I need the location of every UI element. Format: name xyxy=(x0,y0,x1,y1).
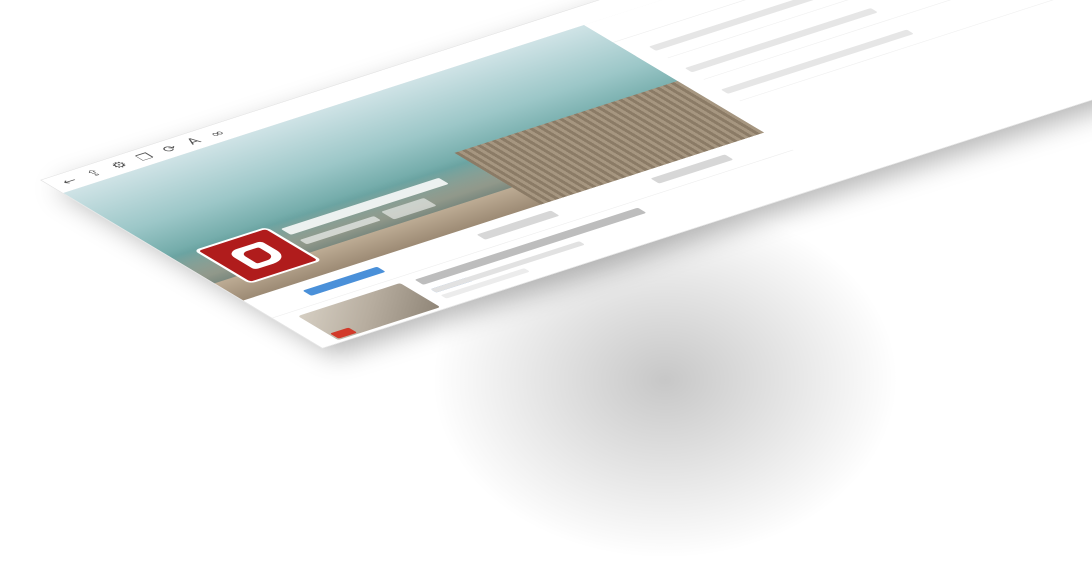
back-icon[interactable]: ← xyxy=(57,175,82,187)
badge-icon xyxy=(329,327,358,339)
chart-candle xyxy=(403,335,431,349)
chart-candle xyxy=(406,343,424,349)
scene: ← ⇪ ⚙ ❐ ⟳ A ∞ – □ ✕ xyxy=(0,0,1092,587)
copy-icon[interactable]: ❐ xyxy=(132,151,157,163)
link-icon[interactable]: ∞ xyxy=(205,128,230,139)
text-icon[interactable]: A xyxy=(182,136,205,147)
settings-icon[interactable]: ⚙ xyxy=(107,159,132,171)
chart-candle xyxy=(391,341,416,349)
upload-icon[interactable]: ⇪ xyxy=(82,167,107,179)
refresh-icon[interactable]: ⟳ xyxy=(158,143,183,155)
logo-mark xyxy=(225,241,290,270)
